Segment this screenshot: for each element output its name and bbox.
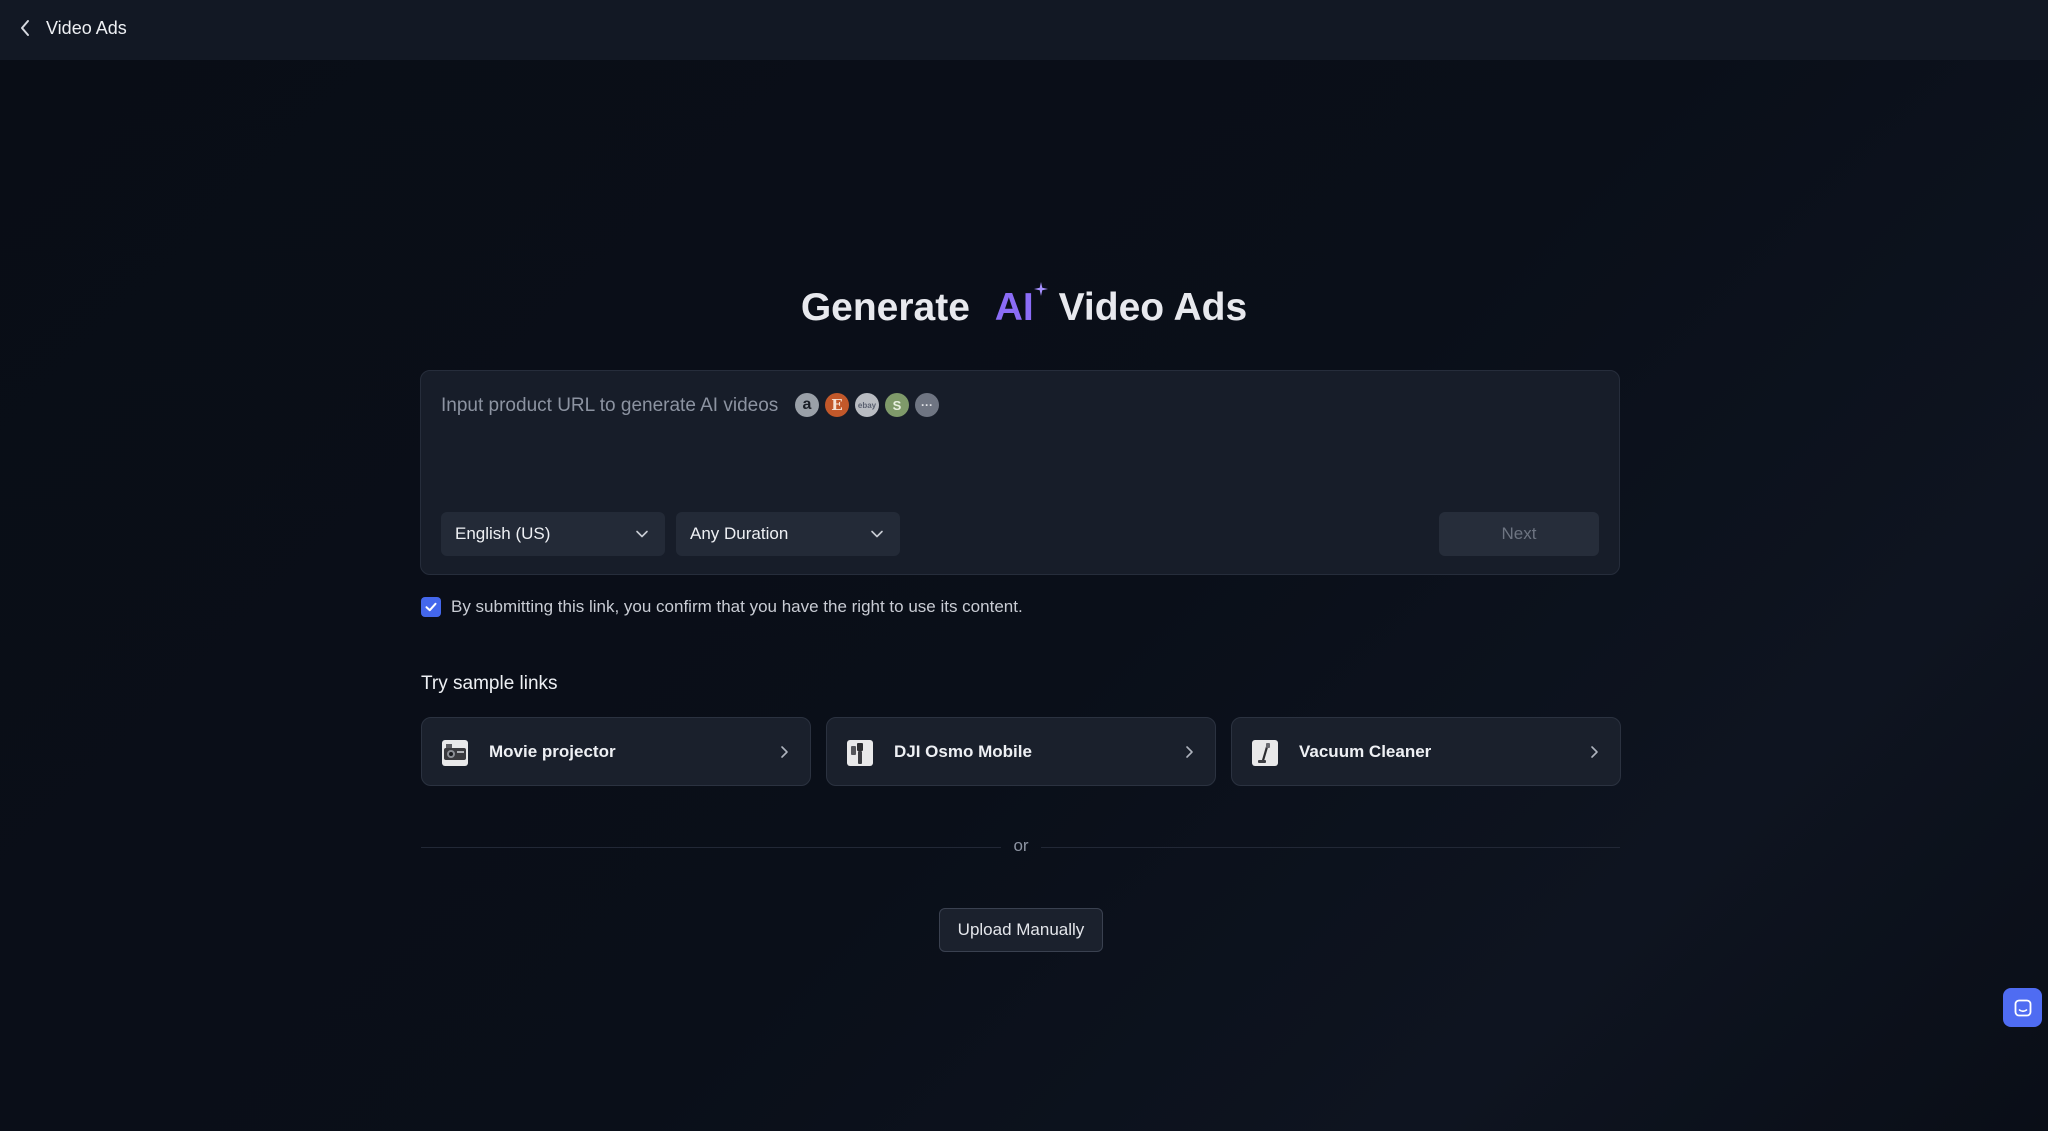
next-button[interactable]: Next <box>1439 512 1599 556</box>
chat-icon <box>2014 999 2031 1016</box>
duration-select[interactable]: Any Duration <box>676 512 900 556</box>
hero-suffix: Video Ads <box>1058 286 1248 329</box>
chevron-left-icon <box>21 20 29 36</box>
sparkle-icon <box>1033 282 1048 296</box>
hero-ai-highlight: AI <box>994 282 1048 329</box>
gimbal-thumbnail-icon <box>847 740 873 766</box>
duration-select-value: Any Duration <box>690 524 789 543</box>
divider-line-right <box>1041 847 1620 848</box>
language-select-value: English (US) <box>455 524 551 543</box>
sample-link-dji-osmo-mobile[interactable]: DJI Osmo Mobile <box>826 717 1216 786</box>
upload-manually-button[interactable]: Upload Manually <box>939 908 1103 952</box>
chevron-right-icon <box>1591 746 1598 758</box>
chevron-right-icon <box>1186 746 1193 758</box>
url-input[interactable]: Input product URL to generate AI videos <box>441 393 778 419</box>
sample-link-vacuum-cleaner[interactable]: Vacuum Cleaner <box>1231 717 1621 786</box>
chevron-down-icon <box>871 530 883 538</box>
chat-support-button[interactable] <box>2003 988 2042 1027</box>
url-input-card[interactable]: Input product URL to generate AI videos … <box>420 370 1620 575</box>
language-select[interactable]: English (US) <box>441 512 665 556</box>
chevron-down-icon <box>636 530 648 538</box>
samples-title: Try sample links <box>421 673 558 694</box>
hero-ai-text: AI <box>994 286 1034 329</box>
page-title: Video Ads <box>46 18 127 38</box>
sample-link-label: Vacuum Cleaner <box>1299 742 1432 761</box>
top-bar: Video Ads <box>0 0 2048 60</box>
consent-text: By submitting this link, you confirm tha… <box>451 597 1023 616</box>
projector-thumbnail-icon <box>442 740 468 766</box>
chevron-right-icon <box>781 746 788 758</box>
platform-icons: a E ebay S ··· <box>795 393 939 417</box>
etsy-icon: E <box>825 393 849 417</box>
ebay-icon: ebay <box>855 393 879 417</box>
hero-prefix: Generate <box>800 286 970 329</box>
more-icon: ··· <box>915 393 939 417</box>
sample-link-label: Movie projector <box>489 742 616 761</box>
shopify-icon: S <box>885 393 909 417</box>
divider-text: or <box>1013 836 1029 855</box>
back-button[interactable] <box>14 16 36 40</box>
consent-row: By submitting this link, you confirm tha… <box>421 596 1023 618</box>
amazon-icon: a <box>795 393 819 417</box>
checkmark-icon <box>425 602 437 612</box>
vacuum-thumbnail-icon <box>1252 740 1278 766</box>
hero-heading: Generate AI Video Ads <box>0 282 2048 334</box>
sample-link-movie-projector[interactable]: Movie projector <box>421 717 811 786</box>
sample-link-label: DJI Osmo Mobile <box>894 742 1032 761</box>
divider-line-left <box>421 847 1001 848</box>
consent-checkbox[interactable] <box>421 597 441 617</box>
